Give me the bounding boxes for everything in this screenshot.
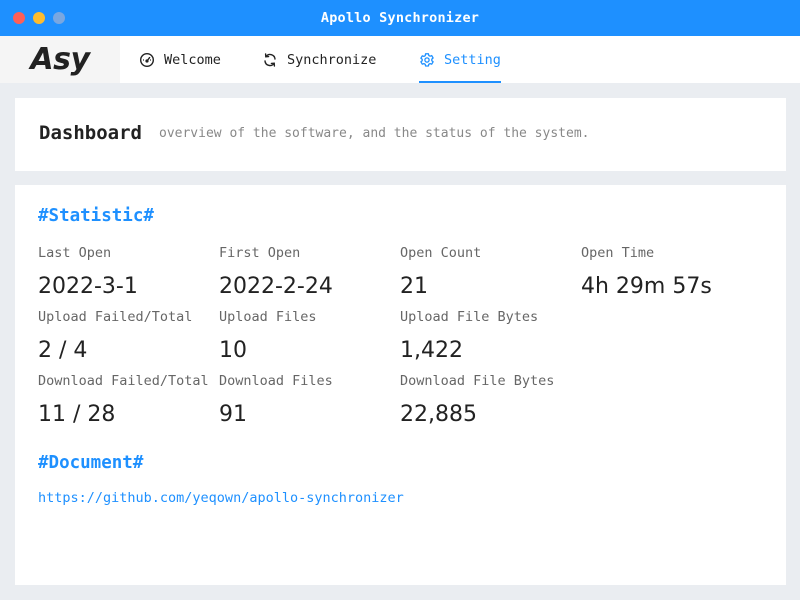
github-link[interactable]: https://github.com/yeqown/apollo-synchro…: [38, 490, 404, 506]
tab-welcome-label: Welcome: [164, 51, 221, 68]
document-heading: #Document#: [38, 453, 144, 473]
page-title: Dashboard: [39, 122, 142, 144]
stat-label-upload-failed-total: Upload Failed/Total: [38, 309, 193, 325]
stat-value-upload-files: 10: [219, 338, 247, 363]
stat-value-open-time: 4h 29m 57s: [581, 274, 712, 299]
stat-value-last-open: 2022-3-1: [38, 274, 138, 299]
close-window-button[interactable]: [13, 12, 25, 24]
stat-label-upload-files: Upload Files: [219, 309, 317, 325]
stat-label-open-time: Open Time: [581, 245, 655, 261]
tab-setting[interactable]: Setting: [419, 36, 501, 83]
statistics-card: #Statistic# Last Open 2022-3-1 First Ope…: [15, 185, 786, 585]
tab-welcome[interactable]: Welcome: [139, 36, 221, 83]
stat-value-first-open: 2022-2-24: [219, 274, 333, 299]
tab-synchronize[interactable]: Synchronize: [262, 36, 376, 83]
stat-value-download-files: 91: [219, 402, 247, 427]
stat-label-download-file-bytes: Download File Bytes: [400, 373, 555, 389]
dashboard-icon: [139, 52, 155, 68]
stat-label-first-open: First Open: [219, 245, 301, 261]
sync-icon: [262, 52, 278, 68]
stat-value-upload-failed-total: 2 / 4: [38, 338, 88, 363]
page-subtitle: overview of the software, and the status…: [159, 126, 590, 141]
stat-label-download-failed-total: Download Failed/Total: [38, 373, 209, 389]
stat-label-open-count: Open Count: [400, 245, 482, 261]
maximize-window-button[interactable]: [53, 12, 65, 24]
gear-icon: [419, 52, 435, 68]
dashboard-card: Dashboard overview of the software, and …: [15, 98, 786, 171]
stat-value-open-count: 21: [400, 274, 428, 299]
tab-synchronize-label: Synchronize: [287, 51, 377, 68]
tab-setting-label: Setting: [444, 51, 501, 68]
window-controls: [13, 12, 65, 24]
title-bar: Apollo Synchronizer: [0, 0, 800, 36]
stat-value-download-file-bytes: 22,885: [400, 402, 477, 427]
stat-label-download-files: Download Files: [219, 373, 333, 389]
window-title: Apollo Synchronizer: [320, 10, 480, 26]
stat-value-upload-file-bytes: 1,422: [400, 338, 463, 363]
stat-label-upload-file-bytes: Upload File Bytes: [400, 309, 539, 325]
statistic-heading: #Statistic#: [38, 206, 154, 226]
minimize-window-button[interactable]: [33, 12, 45, 24]
stat-value-download-failed-total: 11 / 28: [38, 402, 116, 427]
logo-container: Asy: [0, 36, 120, 83]
stat-label-last-open: Last Open: [38, 245, 112, 261]
nav-bar: Asy Welcome Synchronize Setting: [0, 36, 800, 83]
app-logo: Asy: [30, 42, 90, 77]
